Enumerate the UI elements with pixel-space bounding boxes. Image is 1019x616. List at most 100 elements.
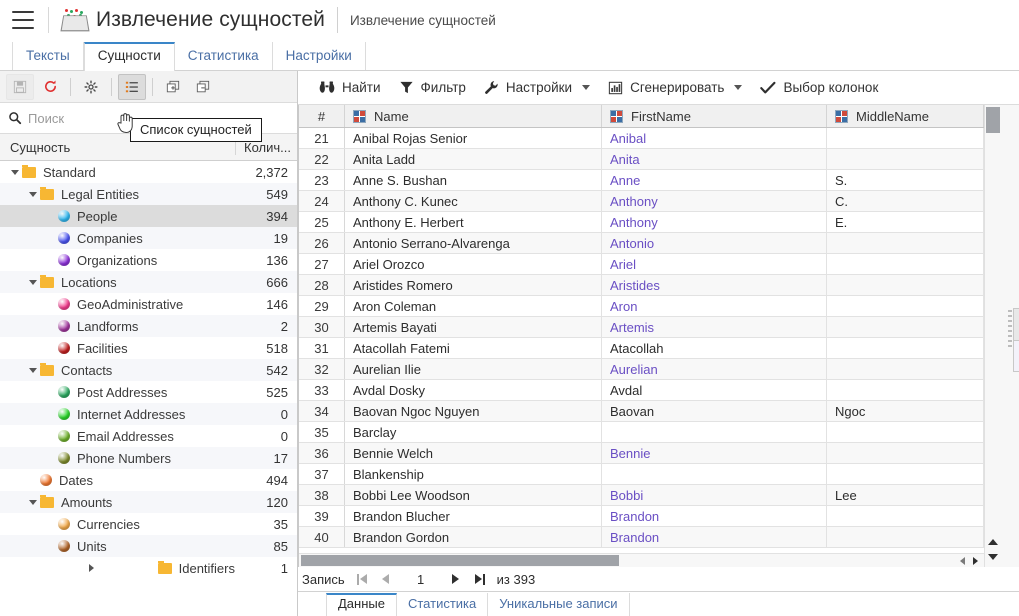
table-row[interactable]: 33 Avdal Dosky Avdal bbox=[299, 380, 984, 401]
chevron-down-icon[interactable] bbox=[26, 363, 40, 377]
tree-item-label-wrap: Units bbox=[0, 539, 235, 554]
tree-item-count: 542 bbox=[266, 362, 288, 378]
table-row[interactable]: 39 Brandon Blucher Brandon bbox=[299, 506, 984, 527]
chevron-down-icon[interactable] bbox=[734, 85, 743, 90]
cell-text: 26 bbox=[314, 235, 329, 251]
splitter-grip-icon[interactable] bbox=[1008, 310, 1012, 350]
chevron-down-icon[interactable] bbox=[582, 85, 591, 90]
tree-item[interactable]: Currencies 35 bbox=[0, 513, 297, 535]
next-page-button[interactable] bbox=[445, 569, 467, 589]
toolbar-выбор-колонок[interactable]: Выбор колонок bbox=[751, 76, 887, 99]
table-cell bbox=[827, 506, 984, 526]
collapse-all-button[interactable] bbox=[189, 74, 217, 100]
chevron-down-icon[interactable] bbox=[26, 495, 40, 509]
search-input[interactable]: Поиск bbox=[28, 111, 64, 126]
toolbar-фильтр[interactable]: Фильтр bbox=[390, 76, 475, 99]
vertical-scrollbar[interactable] bbox=[984, 105, 1002, 567]
table-cell: 39 bbox=[299, 506, 345, 526]
cell-text: 27 bbox=[314, 256, 329, 272]
right-panel-splitter[interactable] bbox=[1002, 105, 1019, 567]
table-row[interactable]: 28 Aristides Romero Aristides bbox=[299, 275, 984, 296]
bottom-tab-1[interactable]: Статистика bbox=[397, 593, 489, 616]
bottom-tab-0[interactable]: Данные bbox=[326, 593, 397, 616]
vscroll-up-arrow[interactable] bbox=[988, 539, 998, 545]
tree-item[interactable]: Phone Numbers 17 bbox=[0, 447, 297, 469]
tree-item-label: Post Addresses bbox=[77, 384, 168, 400]
tree-item[interactable]: Identifiers 1 bbox=[0, 557, 297, 579]
table-row[interactable]: 36 Bennie Welch Bennie bbox=[299, 443, 984, 464]
table-row[interactable]: 34 Baovan Ngoc Nguyen Baovan Ngoc bbox=[299, 401, 984, 422]
grid-body[interactable]: 21 Anibal Rojas Senior Anibal 22 Anita Ladd A… bbox=[299, 128, 984, 553]
expand-all-button[interactable] bbox=[159, 74, 187, 100]
tab-2[interactable]: Статистика bbox=[175, 42, 273, 70]
hscroll-right-arrow[interactable] bbox=[973, 556, 978, 565]
bottom-tab-2[interactable]: Уникальные записи bbox=[488, 593, 630, 616]
tree-item[interactable]: Landforms 2 bbox=[0, 315, 297, 337]
chevron-down-icon[interactable] bbox=[8, 165, 22, 179]
hamburger-menu-icon[interactable] bbox=[12, 11, 34, 29]
entity-list-button[interactable] bbox=[118, 73, 146, 100]
prev-page-button[interactable] bbox=[375, 569, 397, 589]
first-page-button[interactable] bbox=[351, 569, 373, 589]
table-row[interactable]: 37 Blankenship bbox=[299, 464, 984, 485]
table-row[interactable]: 30 Artemis Bayati Artemis bbox=[299, 317, 984, 338]
tab-3[interactable]: Настройки bbox=[273, 42, 366, 70]
toolbar-найти[interactable]: Найти bbox=[310, 76, 390, 99]
tree-item[interactable]: Locations 666 bbox=[0, 271, 297, 293]
hscroll-thumb[interactable] bbox=[301, 555, 619, 566]
grid-column-header[interactable]: Name bbox=[345, 105, 602, 127]
tree-item[interactable]: Units 85 bbox=[0, 535, 297, 557]
grid-column-header[interactable]: FirstName bbox=[602, 105, 827, 127]
tree-item[interactable]: Standard 2,372 bbox=[0, 161, 297, 183]
table-row[interactable]: 25 Anthony E. Herbert Anthony E. bbox=[299, 212, 984, 233]
vscroll-down-arrow[interactable] bbox=[988, 554, 998, 560]
table-row[interactable]: 29 Aron Coleman Aron bbox=[299, 296, 984, 317]
toolbar-сгенерировать[interactable]: Сгенерировать bbox=[599, 76, 751, 99]
table-row[interactable]: 23 Anne S. Bushan Anne S. bbox=[299, 170, 984, 191]
tree-item[interactable]: Organizations 136 bbox=[0, 249, 297, 271]
table-row[interactable]: 35 Barclay bbox=[299, 422, 984, 443]
tree-item[interactable]: Internet Addresses 0 bbox=[0, 403, 297, 425]
table-row[interactable]: 40 Brandon Gordon Brandon bbox=[299, 527, 984, 548]
grid-toolbar: Найти Фильтр Настройки Сгенерировать Выбор к… bbox=[298, 71, 1019, 105]
table-row[interactable]: 38 Bobbi Lee Woodson Bobbi Lee bbox=[299, 485, 984, 506]
tree-item[interactable]: Contacts 542 bbox=[0, 359, 297, 381]
vscroll-thumb[interactable] bbox=[986, 107, 1000, 133]
grid-column-header[interactable]: MiddleName bbox=[827, 105, 984, 127]
tree-item[interactable]: Facilities 518 bbox=[0, 337, 297, 359]
tree-item[interactable]: GeoAdministrative 146 bbox=[0, 293, 297, 315]
hscroll-left-arrow[interactable] bbox=[960, 556, 965, 565]
table-row[interactable]: 24 Anthony C. Kunec Anthony C. bbox=[299, 191, 984, 212]
save-button[interactable] bbox=[6, 73, 34, 100]
tab-0[interactable]: Тексты bbox=[12, 42, 84, 70]
table-row[interactable]: 31 Atacollah Fatemi Atacollah bbox=[299, 338, 984, 359]
tab-1[interactable]: Сущности bbox=[83, 42, 175, 71]
chevron-down-icon[interactable] bbox=[26, 275, 40, 289]
entity-tree[interactable]: Standard 2,372 Legal Entities 549 People 394 C… bbox=[0, 161, 297, 616]
tree-item[interactable]: Dates 494 bbox=[0, 469, 297, 491]
table-cell bbox=[602, 422, 827, 442]
refresh-button[interactable] bbox=[36, 74, 64, 100]
tree-item[interactable]: Amounts 120 bbox=[0, 491, 297, 513]
chevron-right-icon[interactable] bbox=[26, 561, 158, 575]
horizontal-scrollbar[interactable] bbox=[299, 553, 984, 567]
settings-button[interactable] bbox=[77, 74, 105, 100]
current-page-value[interactable]: 1 bbox=[399, 572, 443, 587]
splitter-collapsed-panel-2[interactable] bbox=[1013, 340, 1019, 372]
table-row[interactable]: 22 Anita Ladd Anita bbox=[299, 149, 984, 170]
table-row[interactable]: 32 Aurelian Ilie Aurelian bbox=[299, 359, 984, 380]
tree-item[interactable]: Legal Entities 549 bbox=[0, 183, 297, 205]
toolbar-настройки[interactable]: Настройки bbox=[475, 76, 599, 99]
grid-column-header[interactable]: # bbox=[299, 105, 345, 127]
table-row[interactable]: 21 Anibal Rojas Senior Anibal bbox=[299, 128, 984, 149]
table-cell bbox=[827, 464, 984, 484]
tree-item[interactable]: Post Addresses 525 bbox=[0, 381, 297, 403]
table-row[interactable]: 27 Ariel Orozco Ariel bbox=[299, 254, 984, 275]
chevron-down-icon[interactable] bbox=[26, 187, 40, 201]
table-cell: 30 bbox=[299, 317, 345, 337]
tree-item[interactable]: Companies 19 bbox=[0, 227, 297, 249]
table-row[interactable]: 26 Antonio Serrano-Alvarenga Antonio bbox=[299, 233, 984, 254]
tree-item[interactable]: People 394 bbox=[0, 205, 297, 227]
last-page-button[interactable] bbox=[469, 569, 491, 589]
tree-item[interactable]: Email Addresses 0 bbox=[0, 425, 297, 447]
